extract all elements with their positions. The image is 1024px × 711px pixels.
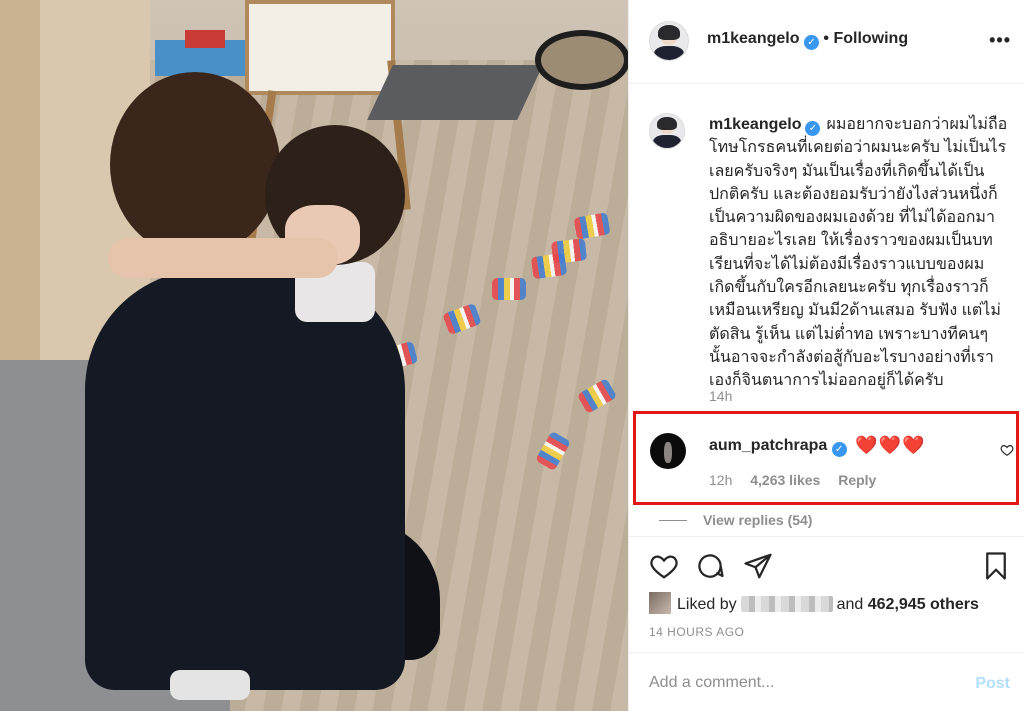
photo-child-arm [108, 238, 338, 278]
likes-summary: Liked by and 462,945 others [649, 592, 979, 614]
post-header: m1keangelo ✓ • Following ••• [629, 0, 1024, 84]
comment-like-heart-icon[interactable] [1000, 443, 1014, 457]
photo-sand-tray [535, 30, 628, 90]
action-bar [629, 536, 1024, 586]
likes-conjunction: and [836, 596, 864, 613]
likes-others[interactable]: 462,945 others [868, 596, 979, 613]
caption-author-avatar[interactable] [649, 113, 685, 149]
add-comment-bar: Post [629, 652, 1024, 711]
comment-time[interactable]: 12h [709, 472, 732, 488]
photo-person-head [110, 72, 280, 257]
liker-thumbnail[interactable] [649, 592, 671, 614]
author-avatar[interactable] [649, 21, 689, 61]
comment-likes[interactable]: 4,263 likes [750, 472, 820, 488]
blurred-liker-name[interactable] [740, 596, 833, 612]
caption-text: ผมอยากจะบอกว่าผมไม่ถือโทษโกรธคนที่เคยต่อ… [709, 116, 1008, 390]
send-icon[interactable] [743, 551, 773, 581]
photo-person-body [85, 270, 405, 690]
header-separator: • [823, 30, 829, 47]
post-timestamp[interactable]: 14 HOURS AGO [649, 625, 744, 639]
verified-badge-icon: ✓ [831, 442, 847, 457]
more-options-icon[interactable]: ••• [989, 30, 1011, 51]
reply-button[interactable]: Reply [838, 472, 876, 488]
comment-meta: 12h 4,263 likes Reply [709, 472, 890, 488]
post-photo[interactable] [0, 0, 628, 711]
photo-door-frame [0, 0, 40, 370]
post-side-panel: m1keangelo ✓ • Following ••• m1keangelo ✓… [628, 0, 1024, 711]
view-replies-label: View replies (54) [703, 512, 813, 528]
post-caption: m1keangelo ✓ ผมอยากจะบอกว่าผมไม่ถือโทษโกรธ… [709, 113, 1009, 393]
comment-input[interactable] [649, 671, 949, 695]
caption-time[interactable]: 14h [709, 388, 732, 404]
verified-badge-icon: ✓ [803, 35, 819, 50]
photo-rug [367, 65, 543, 120]
commenter-username[interactable]: aum_patchrapa [709, 437, 827, 454]
commenter-avatar[interactable] [650, 433, 686, 469]
header-text: m1keangelo ✓ • Following [707, 30, 908, 50]
comment-text: ❤️❤️❤️ [855, 435, 926, 455]
floor-sticker [492, 278, 526, 300]
view-replies-button[interactable]: View replies (54) [659, 512, 812, 528]
highlight-box [633, 411, 1019, 505]
replies-divider-line [659, 520, 687, 521]
instagram-post: m1keangelo ✓ • Following ••• m1keangelo ✓… [0, 0, 1024, 711]
photo-red-box [185, 30, 225, 48]
following-button[interactable]: Following [833, 30, 908, 47]
comment-icon[interactable] [695, 551, 725, 581]
verified-badge-icon: ✓ [805, 121, 821, 136]
bookmark-icon[interactable] [981, 551, 1011, 581]
comment: aum_patchrapa ✓ ❤️❤️❤️ [709, 435, 925, 457]
heart-icon[interactable] [649, 551, 679, 581]
caption-username[interactable]: m1keangelo [709, 116, 801, 133]
floor-sticker [530, 252, 568, 280]
photo-shoe [170, 670, 250, 700]
post-button[interactable]: Post [975, 675, 1010, 693]
photo-easel [245, 0, 395, 95]
liked-by-label: Liked by [677, 596, 737, 613]
author-username[interactable]: m1keangelo [707, 30, 799, 47]
